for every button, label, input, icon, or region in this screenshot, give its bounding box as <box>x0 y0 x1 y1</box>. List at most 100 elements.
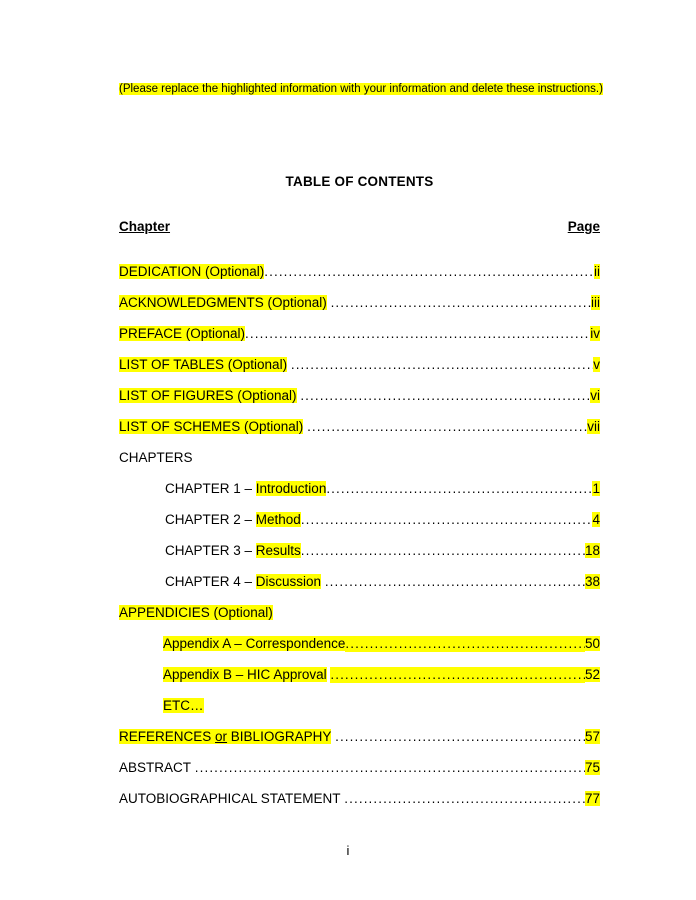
toc-entry-dots: ........................................… <box>345 636 585 652</box>
toc-entry-label: Introduction <box>255 481 327 496</box>
toc-entry-page-value: vii <box>587 419 600 434</box>
toc-entry-page-value: vi <box>590 388 600 403</box>
toc-entry-title: LIST OF SCHEMES (Optional) <box>119 419 307 435</box>
toc-entry-dot-leader: ........................................… <box>245 326 590 342</box>
toc-entry[interactable]: APPENDICIES (Optional) <box>119 590 600 621</box>
toc-entry[interactable]: REFERENCES or BIBLIOGRAPHY .............… <box>119 714 600 745</box>
toc-entry-page-value: v <box>593 357 600 372</box>
toc-entry[interactable]: CHAPTERS <box>119 435 600 466</box>
toc-entry-dot-leader: ........................................… <box>195 760 585 776</box>
toc-entry-title: Appendix A – Correspondence <box>163 636 346 652</box>
toc-entry[interactable]: CHAPTER 3 – Results.....................… <box>119 528 600 559</box>
toc-entry-dots: ........................................… <box>330 667 585 683</box>
toc-entry-dots: ........................................… <box>290 357 594 372</box>
toc-entry-page-value: 18 <box>584 543 600 558</box>
toc-entry-title: Appendix B – HIC Approval <box>163 667 330 683</box>
toc-entry-page-value: 57 <box>584 729 600 744</box>
table-of-contents-list: DEDICATION (Optional)...................… <box>119 249 600 807</box>
toc-entry-title: CHAPTER 4 – Discussion <box>165 574 325 590</box>
toc-entry-dot-leader: ........................................… <box>301 543 585 559</box>
toc-entry-page-number: ii <box>594 264 600 280</box>
toc-entry-label: REFERENCES or BIBLIOGRAPHY <box>119 729 332 744</box>
toc-entry-title: LIST OF FIGURES (Optional) <box>119 388 300 404</box>
toc-entry-label: ETC… <box>163 698 204 713</box>
toc-entry-dot-leader: ........................................… <box>345 636 585 652</box>
toc-entry-dots: ........................................… <box>324 574 585 589</box>
toc-entry-label: DEDICATION (Optional) <box>119 264 265 279</box>
toc-entry-dot-leader: ........................................… <box>291 357 593 373</box>
toc-entry-dots: ........................................… <box>300 388 591 403</box>
toc-entry-page-number: 57 <box>584 729 600 745</box>
toc-entry[interactable]: LIST OF TABLES (Optional) ..............… <box>119 342 600 373</box>
toc-entry-dot-leader: ........................................… <box>344 791 585 807</box>
toc-entry-dot-leader: ........................................… <box>330 667 585 683</box>
instruction-note-text: (Please replace the highlighted informat… <box>119 83 603 95</box>
toc-entry-page-number: iii <box>591 295 600 311</box>
toc-entry-label: ACKNOWLEDGMENTS (Optional) <box>119 295 327 310</box>
toc-entry-dots: ........................................… <box>326 481 592 496</box>
toc-entry-title: LIST OF TABLES (Optional) <box>119 357 291 373</box>
toc-entry-dot-leader: ........................................… <box>325 574 585 590</box>
toc-entry-label: Results <box>255 543 301 558</box>
toc-entry-page-value: iii <box>591 295 600 310</box>
toc-entry-dot-leader <box>193 450 600 466</box>
toc-entry[interactable]: CHAPTER 4 – Discussion .................… <box>119 559 600 590</box>
toc-entry-dot-leader: ........................................… <box>264 264 594 280</box>
column-headings: Chapter Page <box>119 219 600 234</box>
toc-entry-page-number: iv <box>590 326 600 342</box>
toc-entry[interactable]: CHAPTER 2 – Method......................… <box>119 497 600 528</box>
page-folio: i <box>346 843 350 858</box>
toc-entry[interactable]: ABSTRACT ...............................… <box>119 745 600 776</box>
toc-entry-label: Appendix A – Correspondence <box>163 636 346 651</box>
toc-entry-dot-leader: ........................................… <box>301 512 593 528</box>
toc-entry-page-number: v <box>593 357 600 373</box>
toc-entry-dots: ........................................… <box>194 760 585 775</box>
toc-entry[interactable]: CHAPTER 1 – Introduction................… <box>119 466 600 497</box>
toc-entry-dot-leader: ........................................… <box>300 388 590 404</box>
toc-entry-dots: ........................................… <box>300 512 593 527</box>
toc-entry-page-value: 50 <box>584 636 600 651</box>
toc-entry-title: CHAPTER 1 – Introduction <box>165 481 327 497</box>
toc-entry-prefix: CHAPTER 2 – <box>165 512 256 527</box>
toc-entry-page-number: 18 <box>584 543 600 559</box>
toc-entry-title: AUTOBIOGRAPHICAL STATEMENT <box>119 791 344 807</box>
toc-entry-title: ABSTRACT <box>119 760 195 776</box>
toc-entry-label: APPENDICIES (Optional) <box>119 605 273 620</box>
toc-entry-page-value: ii <box>594 264 600 279</box>
toc-entry[interactable]: ACKNOWLEDGMENTS (Optional) .............… <box>119 280 600 311</box>
toc-entry-label: Appendix B – HIC Approval <box>163 667 327 682</box>
page-title: TABLE OF CONTENTS <box>285 174 434 189</box>
toc-entry-page-value: iv <box>590 326 600 341</box>
toc-entry-page-value: 52 <box>584 667 600 682</box>
toc-entry-dots: ........................................… <box>300 543 585 558</box>
toc-entry-label: CHAPTERS <box>119 450 193 465</box>
toc-entry[interactable]: LIST OF FIGURES (Optional) .............… <box>119 373 600 404</box>
toc-entry-prefix: CHAPTER 4 – <box>165 574 256 589</box>
toc-entry-page-number: 75 <box>584 760 600 776</box>
toc-entry-title: APPENDICIES (Optional) <box>119 605 273 621</box>
toc-entry-dot-leader: ........................................… <box>335 729 585 745</box>
toc-entry-label-underlined: or <box>215 729 228 744</box>
toc-entry-label: Discussion <box>255 574 322 589</box>
toc-entry-dots: ........................................… <box>307 419 588 434</box>
toc-entry-title: DEDICATION (Optional) <box>119 264 265 280</box>
toc-entry-page-number: 1 <box>592 481 600 497</box>
toc-entry[interactable]: Appendix A – Correspondence.............… <box>119 621 600 652</box>
toc-entry[interactable]: PREFACE (Optional)......................… <box>119 311 600 342</box>
toc-entry-dot-leader: ........................................… <box>307 419 587 435</box>
toc-entry[interactable]: Appendix B – HIC Approval ..............… <box>119 652 600 683</box>
toc-entry-page-number: vii <box>587 419 600 435</box>
toc-entry[interactable]: ETC… <box>119 683 600 714</box>
toc-entry[interactable]: DEDICATION (Optional)...................… <box>119 249 600 280</box>
toc-entry-label: Method <box>255 512 301 527</box>
toc-entry-dots: ........................................… <box>344 791 585 806</box>
toc-entry-page-number: 38 <box>584 574 600 590</box>
toc-entry-dot-leader: ........................................… <box>326 481 592 497</box>
toc-entry-label: PREFACE (Optional) <box>119 326 246 341</box>
toc-entry-page-value: 1 <box>592 481 600 496</box>
toc-entry-page-number: vi <box>590 388 600 404</box>
toc-entry-page-number: 50 <box>584 636 600 652</box>
toc-entry-page-value: 75 <box>584 760 600 775</box>
toc-entry[interactable]: LIST OF SCHEMES (Optional) .............… <box>119 404 600 435</box>
toc-entry[interactable]: AUTOBIOGRAPHICAL STATEMENT .............… <box>119 776 600 807</box>
